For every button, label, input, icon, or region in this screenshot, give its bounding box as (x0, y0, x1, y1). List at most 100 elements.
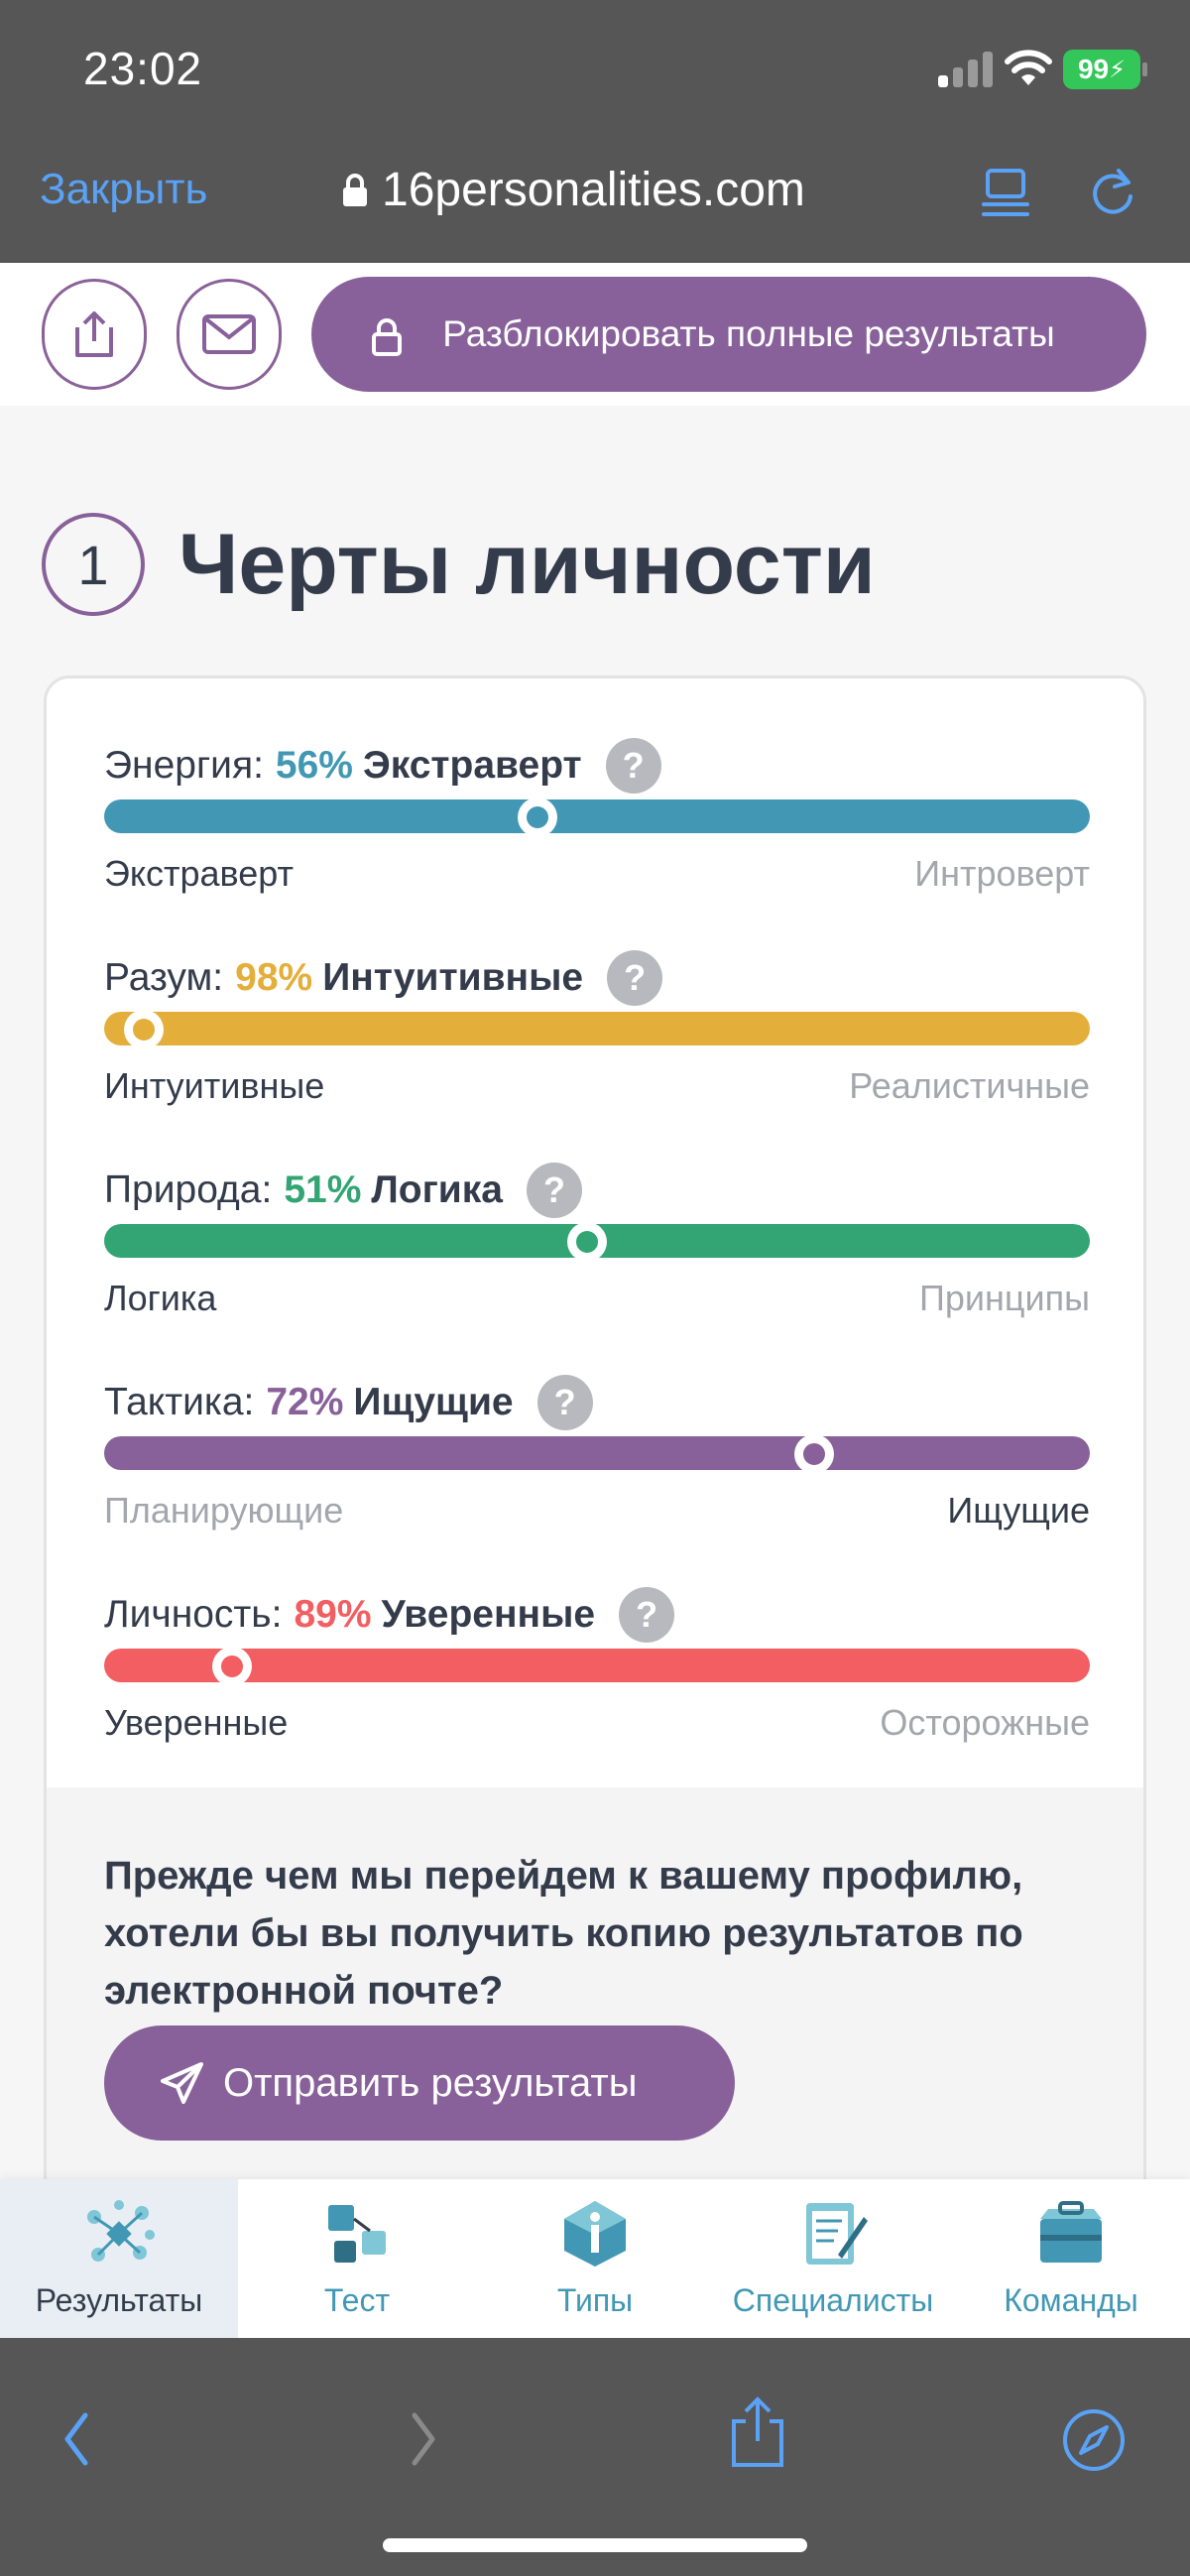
url-bar[interactable]: 16personalities.com (342, 163, 805, 217)
forward-icon[interactable] (409, 2409, 438, 2469)
section-number: 1 (42, 513, 145, 616)
types-icon (556, 2195, 634, 2272)
trait-right-label: Интроверт (914, 853, 1090, 894)
trait-name: Тактика: (104, 1381, 255, 1423)
section-heading: 1 Черты личности (42, 513, 876, 616)
status-time: 23:02 (83, 43, 203, 94)
browser-bottom-toolbar (0, 2338, 1190, 2576)
trait-label: Тактика: 72% Ищущие? (104, 1375, 593, 1430)
send-results-label: Отправить результаты (223, 2060, 638, 2105)
trait-label: Личность: 89% Уверенные? (104, 1587, 675, 1643)
trait-ends: Интуитивные Реалистичные (104, 1065, 1090, 1107)
nav-item-test[interactable]: Тест (238, 2179, 476, 2338)
trait-right-label: Осторожные (880, 1702, 1090, 1743)
trait-side: Ищущие (353, 1381, 514, 1423)
wifi-icon (1005, 50, 1052, 85)
nav-item-teams[interactable]: Команды (952, 2179, 1190, 2338)
close-button[interactable]: Закрыть (40, 165, 207, 214)
trait-name: Энергия: (104, 744, 264, 787)
trait-side: Логика (371, 1168, 503, 1211)
help-icon[interactable]: ? (527, 1163, 582, 1218)
url-text: 16personalities.com (382, 164, 805, 216)
share-icon[interactable] (728, 2395, 787, 2469)
trait-percent: 98% (235, 956, 313, 999)
trait-knob (123, 1010, 164, 1049)
trait-percent: 51% (284, 1168, 362, 1211)
nav-label: Специалисты (732, 2282, 934, 2318)
trait-left-label: Уверенные (104, 1702, 289, 1743)
cellular-signal-icon (938, 52, 994, 87)
trait-row-tactics: Тактика: 72% Ищущие? Планирующие Ищущие (104, 1375, 1090, 1543)
unlock-label: Разблокировать полные результаты (442, 313, 1055, 354)
traits-card: Энергия: 56% Экстраверт? Экстраверт Интровер… (44, 675, 1146, 2223)
home-indicator[interactable] (383, 2538, 807, 2552)
results-action-bar: Разблокировать полные результаты (0, 263, 1190, 406)
trait-percent: 56% (275, 744, 353, 787)
trait-bar (104, 1436, 1090, 1470)
reader-mode-icon[interactable] (982, 167, 1029, 218)
envelope-icon (202, 314, 256, 354)
nav-item-results[interactable]: Результаты (0, 2179, 238, 2338)
browser-top-chrome: 23:02 99 ⚡ Закрыть 16personalities.com (0, 0, 1190, 263)
trait-label: Энергия: 56% Экстраверт? (104, 738, 661, 794)
trait-ends: Логика Принципы (104, 1278, 1090, 1319)
trait-label: Природа: 51% Логика? (104, 1163, 582, 1218)
trait-name: Личность: (104, 1593, 283, 1636)
lock-icon (372, 318, 402, 356)
share-button[interactable] (42, 279, 147, 390)
test-icon (318, 2195, 396, 2272)
help-icon[interactable]: ? (619, 1587, 675, 1643)
trait-knob (518, 797, 558, 837)
trait-percent: 72% (266, 1381, 344, 1423)
battery-level: 99 (1077, 54, 1110, 84)
trait-right-label: Ищущие (947, 1490, 1090, 1531)
help-icon[interactable]: ? (536, 1375, 593, 1430)
share-icon (75, 311, 113, 357)
trait-left-label: Планирующие (104, 1490, 344, 1531)
trait-left-label: Экстраверт (104, 853, 295, 894)
nav-item-types[interactable]: Типы (476, 2179, 714, 2338)
nav-label: Типы (556, 2282, 634, 2318)
trait-ends: Планирующие Ищущие (104, 1490, 1090, 1532)
trait-side: Интуитивные (322, 956, 584, 999)
results-icon (80, 2195, 158, 2272)
help-icon[interactable]: ? (607, 950, 663, 1006)
email-promo: Прежде чем мы перейдем к вашему профилю,… (47, 1787, 1143, 2220)
lock-icon (343, 173, 367, 206)
send-results-button[interactable]: Отправить результаты (104, 2025, 735, 2141)
trait-knob (567, 1222, 608, 1262)
trait-side: Уверенные (381, 1593, 596, 1636)
trait-label: Разум: 98% Интуитивные? (104, 950, 663, 1006)
nav-label: Тест (323, 2282, 391, 2318)
trait-bar (104, 799, 1090, 833)
trait-right-label: Принципы (919, 1278, 1090, 1318)
section-title: Черты личности (178, 516, 876, 612)
trait-row-mind: Разум: 98% Интуитивные? Интуитивные Реалисти… (104, 950, 1090, 1119)
promo-text: Прежде чем мы перейдем к вашему профилю,… (104, 1854, 1023, 2013)
page-content: 1 Черты личности Энергия: 56% Экстраверт? Э… (0, 406, 1190, 2223)
trait-name: Разум: (104, 956, 224, 999)
site-bottom-nav: Результаты Тест Типы Специалисты Команды (0, 2179, 1190, 2338)
nav-label: Результаты (35, 2282, 203, 2318)
trait-bar (104, 1012, 1090, 1045)
trait-knob (793, 1434, 834, 1474)
help-icon[interactable]: ? (605, 738, 661, 794)
email-button[interactable] (177, 279, 282, 390)
trait-side: Экстраверт (362, 744, 582, 787)
nav-item-professionals[interactable]: Специалисты (714, 2179, 952, 2338)
trait-row-nature: Природа: 51% Логика? Логика Принципы (104, 1163, 1090, 1331)
compass-icon[interactable] (1061, 2407, 1127, 2473)
trait-row-energy: Энергия: 56% Экстраверт? Экстраверт Интровер… (104, 738, 1090, 907)
unlock-full-results-button[interactable]: Разблокировать полные результаты (311, 277, 1146, 392)
reload-icon[interactable] (1087, 165, 1138, 220)
trait-name: Природа: (104, 1168, 273, 1211)
trait-left-label: Логика (104, 1278, 217, 1318)
trait-knob (212, 1647, 253, 1686)
trait-ends: Экстраверт Интроверт (104, 853, 1090, 895)
paper-plane-icon (161, 2062, 203, 2104)
nav-label: Команды (1004, 2282, 1138, 2318)
trait-right-label: Реалистичные (849, 1065, 1090, 1106)
battery-icon: 99 ⚡ (1063, 50, 1147, 89)
trait-left-label: Интуитивные (104, 1065, 325, 1106)
back-icon[interactable] (61, 2409, 91, 2469)
